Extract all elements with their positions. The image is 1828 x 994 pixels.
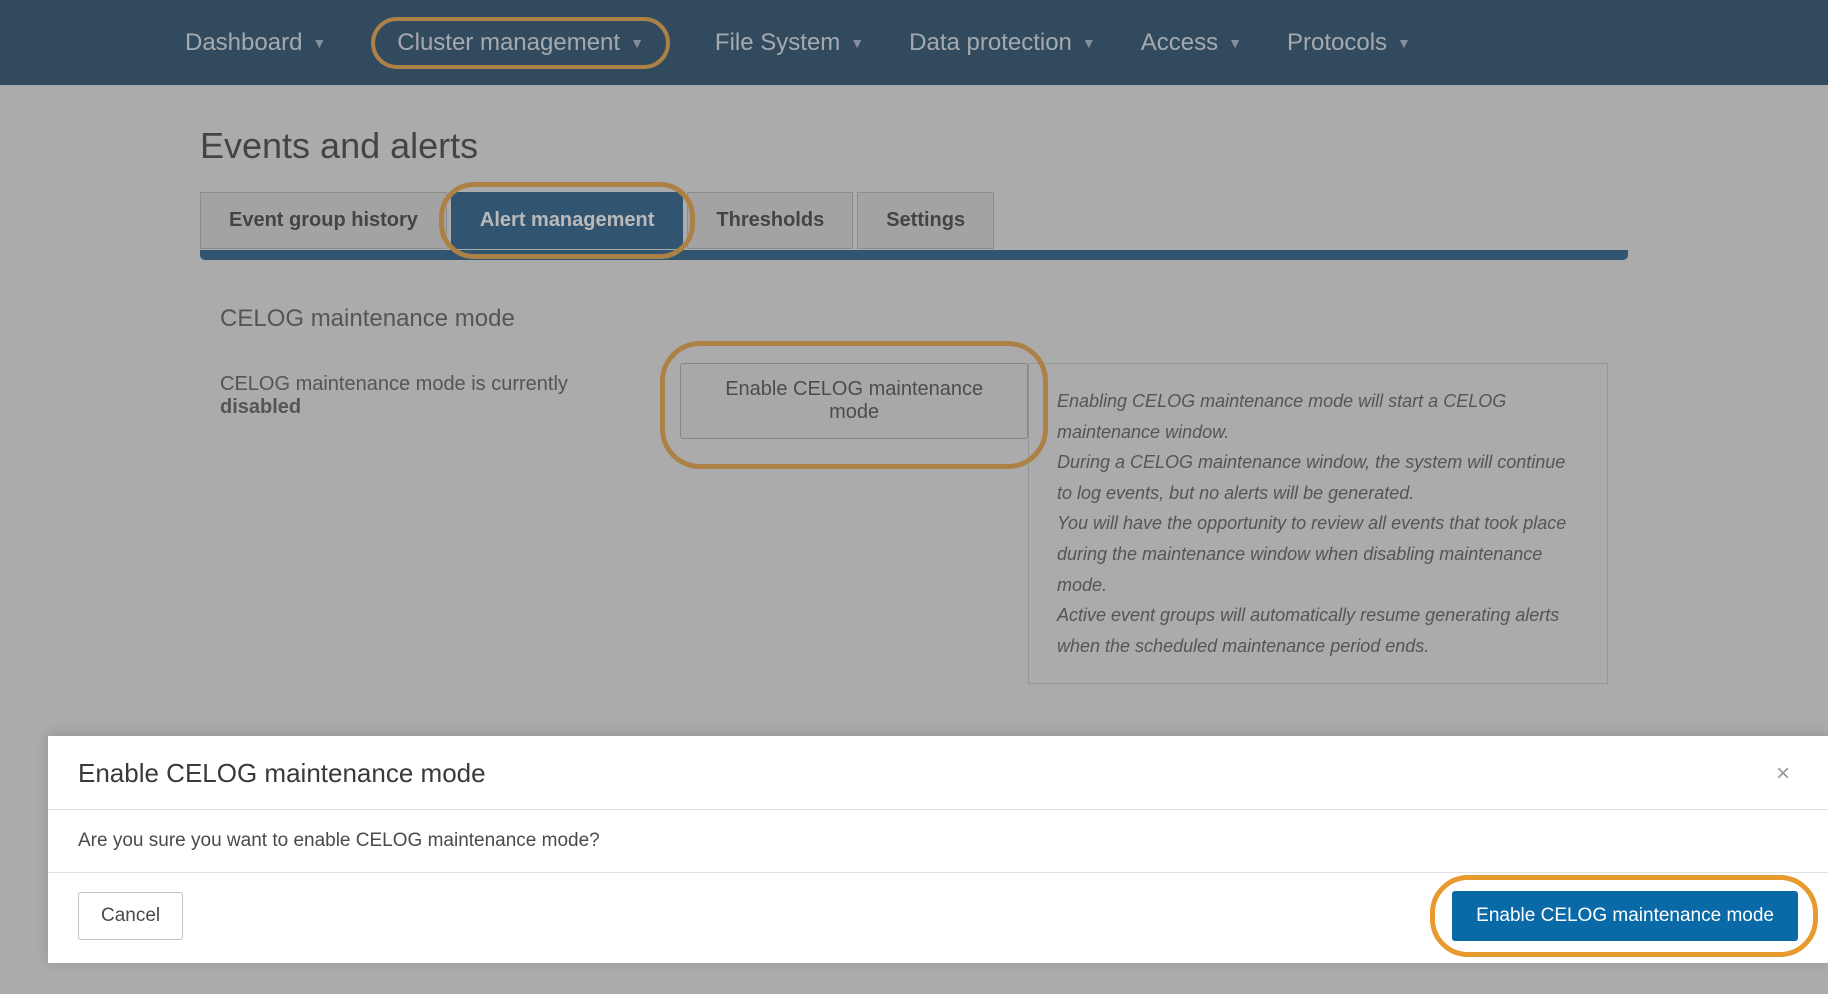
caret-down-icon: ▼: [630, 35, 644, 51]
nav-data-protection[interactable]: Data protection ▼: [909, 29, 1096, 57]
info-box: Enabling CELOG maintenance mode will sta…: [1028, 363, 1608, 684]
caret-down-icon: ▼: [850, 35, 864, 51]
nav-dashboard-label: Dashboard: [185, 29, 302, 57]
nav-dashboard[interactable]: Dashboard ▼: [185, 29, 326, 57]
enable-celog-modal: Enable CELOG maintenance mode × Are you …: [48, 736, 1828, 963]
nav-file-system-label: File System: [715, 29, 840, 57]
tabs: Event group history Alert management Thr…: [200, 192, 1628, 249]
cancel-button[interactable]: Cancel: [78, 892, 183, 940]
status-row: CELOG maintenance mode is currently disa…: [220, 363, 1028, 439]
modal-close-button[interactable]: ×: [1768, 760, 1798, 788]
tabs-container: Event group history Alert management Thr…: [200, 192, 1628, 260]
status-prefix: CELOG maintenance mode is currently: [220, 373, 568, 395]
nav-file-system[interactable]: File System ▼: [715, 29, 864, 57]
caret-down-icon: ▼: [1228, 35, 1242, 51]
nav-data-protection-label: Data protection: [909, 29, 1072, 57]
caret-down-icon: ▼: [1397, 35, 1411, 51]
celog-section: CELOG maintenance mode CELOG maintenance…: [200, 260, 1628, 684]
top-navbar: Dashboard ▼ Cluster management ▼ File Sy…: [0, 0, 1828, 85]
info-p4: Active event groups will automatically r…: [1057, 600, 1579, 661]
modal-title: Enable CELOG maintenance mode: [78, 758, 486, 789]
nav-protocols[interactable]: Protocols ▼: [1287, 29, 1411, 57]
caret-down-icon: ▼: [312, 35, 326, 51]
info-p3: You will have the opportunity to review …: [1057, 508, 1579, 600]
nav-cluster-management[interactable]: Cluster management ▼: [371, 17, 670, 69]
nav-protocols-label: Protocols: [1287, 29, 1387, 57]
tab-event-group-history[interactable]: Event group history: [200, 192, 447, 249]
enable-celog-button[interactable]: Enable CELOG maintenance mode: [680, 363, 1028, 439]
status-text: CELOG maintenance mode is currently disa…: [220, 363, 640, 419]
nav-access-label: Access: [1141, 29, 1218, 57]
caret-down-icon: ▼: [1082, 35, 1096, 51]
nav-access[interactable]: Access ▼: [1141, 29, 1242, 57]
main-content: Events and alerts Event group history Al…: [0, 85, 1828, 790]
modal-footer: Cancel Enable CELOG maintenance mode: [48, 873, 1828, 963]
info-p2: During a CELOG maintenance window, the s…: [1057, 447, 1579, 508]
page-title: Events and alerts: [200, 125, 1628, 167]
tab-alert-management[interactable]: Alert management: [451, 192, 684, 249]
modal-header: Enable CELOG maintenance mode ×: [48, 736, 1828, 810]
modal-body: Are you sure you want to enable CELOG ma…: [48, 810, 1828, 873]
tab-underline: [200, 250, 1628, 260]
tab-thresholds[interactable]: Thresholds: [687, 192, 853, 249]
section-heading: CELOG maintenance mode: [220, 305, 1608, 333]
confirm-enable-button[interactable]: Enable CELOG maintenance mode: [1452, 891, 1798, 941]
status-value: disabled: [220, 396, 301, 418]
tab-settings[interactable]: Settings: [857, 192, 994, 249]
nav-cluster-management-label: Cluster management: [397, 29, 620, 57]
info-p1: Enabling CELOG maintenance mode will sta…: [1057, 386, 1579, 447]
